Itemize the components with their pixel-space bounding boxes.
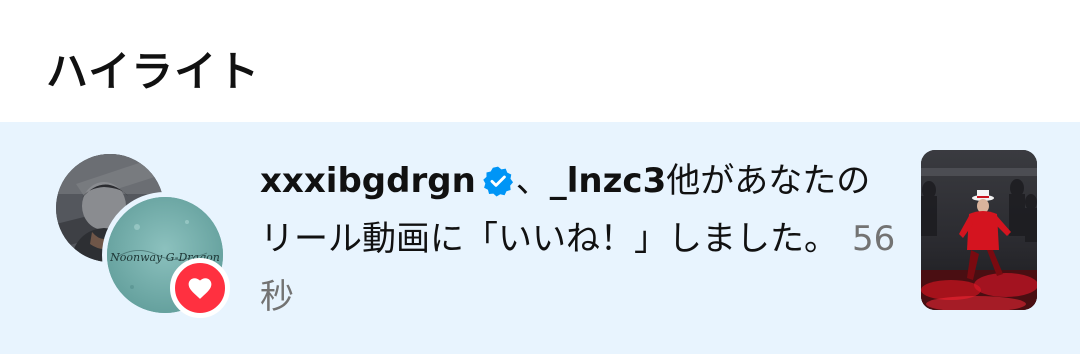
like-badge — [170, 258, 230, 318]
heart-icon — [188, 278, 212, 299]
verified-badge-icon — [483, 166, 513, 197]
username-user2[interactable]: _lnzc3 — [550, 161, 666, 201]
notification-text[interactable]: xxxibgdrgn 、_lnzc3他があなたのリール動画に「いいね！」しました。… — [260, 152, 900, 326]
reel-thumbnail[interactable] — [921, 150, 1037, 310]
reel-thumbnail-image — [921, 150, 1037, 310]
notification-row[interactable]: Noonway G-Dragon xxxibgdrgn 、_lnzc3他があなたの… — [0, 122, 1080, 354]
section-title: ハイライト — [46, 47, 261, 96]
username-separator: 、 — [515, 161, 550, 201]
username-user1[interactable]: xxxibgdrgn — [260, 161, 476, 201]
activity-page: ハイライト Noonway G-Dragon xxxibgdrgn 、_lnzc… — [0, 0, 1080, 354]
avatar-stack[interactable]: Noonway G-Dragon — [56, 154, 230, 320]
